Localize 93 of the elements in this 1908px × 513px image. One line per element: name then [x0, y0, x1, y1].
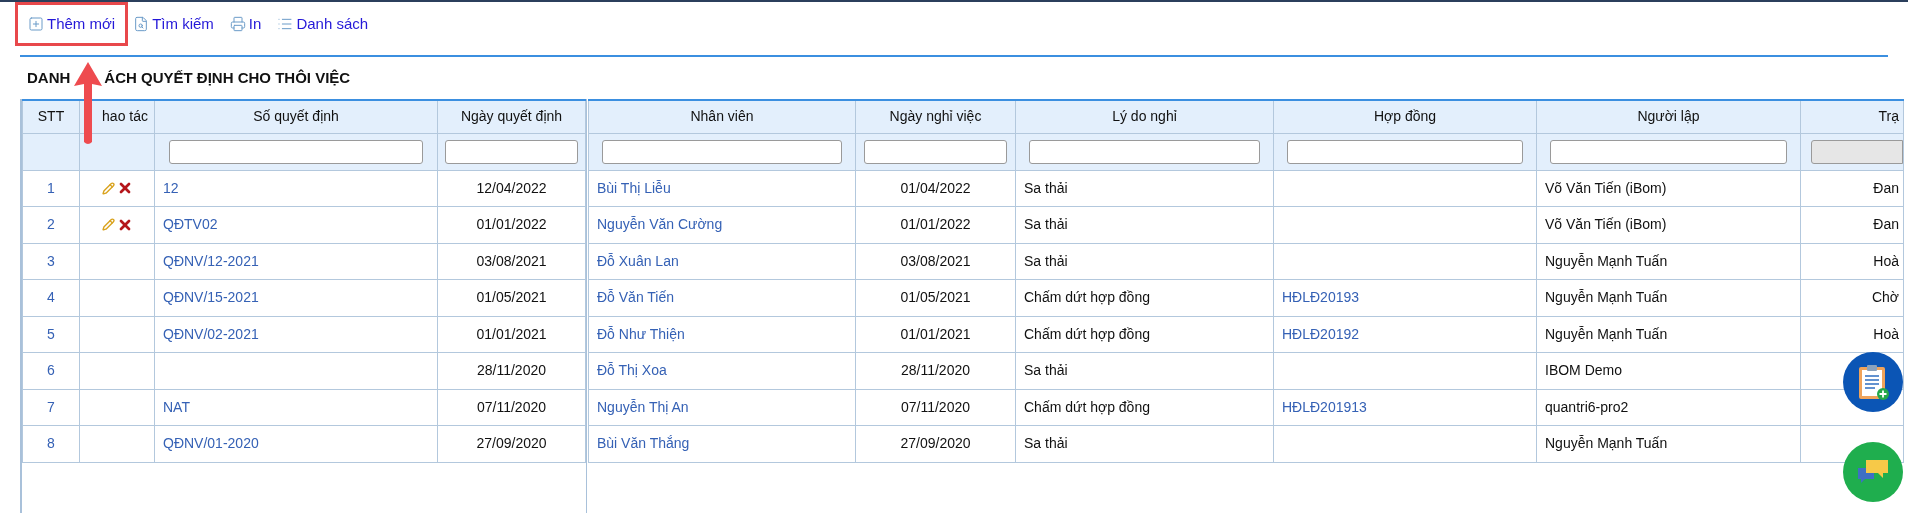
- filter-field[interactable]: [863, 139, 1008, 164]
- column-header: Người lập: [1637, 108, 1700, 125]
- employee-link[interactable]: Bùi Văn Thắng: [597, 435, 690, 452]
- chat-button[interactable]: [1843, 442, 1903, 502]
- leave-date-cell: 01/04/2022: [900, 179, 971, 196]
- status-cell: Chờ: [1871, 289, 1899, 306]
- column-header: Ngày quyết định: [460, 108, 563, 125]
- toolbar-link[interactable]: Tìm kiếm: [133, 12, 214, 36]
- creator-cell: Nguyễn Mạnh Tuấn: [1545, 325, 1668, 342]
- search-icon: [133, 16, 150, 32]
- leave-date-cell: 01/01/2022: [900, 216, 971, 233]
- toolbar-link[interactable]: Thêm mới: [26, 12, 118, 36]
- creator-cell: Võ Văn Tiến (iBom): [1545, 216, 1667, 233]
- toolbar-link[interactable]: In: [229, 12, 262, 36]
- leave-date-cell: 03/08/2021: [900, 252, 971, 269]
- decision-number-link[interactable]: QĐTV02: [163, 216, 218, 233]
- decision-number-link[interactable]: QĐNV/12-2021: [163, 252, 259, 269]
- contract-link[interactable]: HĐLĐ201913: [1282, 398, 1367, 415]
- employee-link[interactable]: Bùi Thị Liễu: [597, 179, 671, 196]
- creator-cell: Nguyễn Mạnh Tuấn: [1545, 252, 1668, 269]
- list-icon: [277, 16, 294, 32]
- decision-number-link[interactable]: NAT: [163, 398, 190, 415]
- contract-link[interactable]: HĐLĐ20192: [1282, 325, 1360, 342]
- row-number[interactable]: 3: [47, 252, 55, 269]
- creator-cell: Nguyễn Mạnh Tuấn: [1545, 435, 1668, 452]
- creator-cell: IBOM Demo: [1545, 362, 1622, 379]
- column-header: Hợp đồng: [1373, 108, 1437, 125]
- column-header: Nhân viên: [690, 108, 754, 125]
- row-number[interactable]: 1: [47, 179, 55, 196]
- leave-date-cell: 01/01/2021: [900, 325, 971, 342]
- row-number[interactable]: 7: [47, 398, 55, 415]
- toolbar-link[interactable]: Danh sách: [277, 12, 369, 36]
- decision-date-cell: 01/01/2021: [476, 325, 547, 342]
- status-cell: Hoà: [1873, 252, 1899, 269]
- decision-date-cell: 01/05/2021: [476, 289, 547, 306]
- column-header: hao tác: [102, 108, 148, 125]
- contract-link[interactable]: HĐLĐ20193: [1282, 289, 1360, 306]
- row-number[interactable]: 6: [47, 362, 55, 379]
- chat-bubbles-icon: [1856, 458, 1890, 486]
- decision-number-link[interactable]: QĐNV/02-2021: [163, 325, 259, 342]
- new-document-button[interactable]: [1843, 352, 1903, 412]
- printer-icon: [229, 16, 246, 32]
- reason-cell: Chấm dứt hợp đồng: [1024, 289, 1150, 306]
- leave-date-cell: 28/11/2020: [901, 362, 970, 379]
- page-title: DANH: [27, 67, 71, 88]
- decision-date-cell: 12/04/2022: [476, 179, 547, 196]
- status-cell: Hoà: [1873, 325, 1899, 342]
- reason-cell: Sa thải: [1024, 435, 1068, 452]
- employee-link[interactable]: Đỗ Như Thiện: [597, 325, 685, 342]
- leave-date-cell: 01/05/2021: [900, 289, 971, 306]
- creator-cell: quantri6-pro2: [1545, 398, 1629, 415]
- column-header: Số quyết định: [253, 108, 339, 125]
- column-header: Lý do nghỉ: [1112, 108, 1177, 125]
- clipboard-icon: [1856, 363, 1890, 401]
- decision-date-cell: 27/09/2020: [476, 435, 547, 452]
- column-header: STT: [37, 108, 65, 125]
- decision-number-link[interactable]: 12: [163, 179, 179, 196]
- row-number[interactable]: 8: [47, 435, 55, 452]
- employee-link[interactable]: Đỗ Xuân Lan: [597, 252, 679, 269]
- reason-cell: Sa thải: [1024, 252, 1068, 269]
- employee-link[interactable]: Đỗ Văn Tiến: [597, 289, 675, 306]
- reason-cell: Chấm dứt hợp đồng: [1024, 398, 1150, 415]
- column-header: Ngày nghỉ việc: [889, 108, 982, 125]
- filter-field[interactable]: [602, 139, 842, 164]
- decision-number-link[interactable]: QĐNV/15-2021: [163, 289, 259, 306]
- filter-field[interactable]: [1550, 139, 1787, 164]
- reason-cell: Sa thải: [1024, 362, 1068, 379]
- decision-date-cell: 01/01/2022: [476, 216, 547, 233]
- decision-date-cell: 28/11/2020: [477, 362, 546, 379]
- column-header: Trạ: [1878, 108, 1899, 125]
- decision-date-cell: 07/11/2020: [477, 398, 546, 415]
- filter-field[interactable]: [169, 139, 423, 164]
- creator-cell: Nguyễn Mạnh Tuấn: [1545, 289, 1668, 306]
- employee-link[interactable]: Nguyễn Thị An: [597, 398, 689, 415]
- leave-date-cell: 27/09/2020: [900, 435, 971, 452]
- decision-number-link[interactable]: QĐNV/01-2020: [163, 435, 259, 452]
- row-number[interactable]: 5: [47, 325, 55, 342]
- leave-date-cell: 07/11/2020: [901, 398, 970, 415]
- status-cell: Đan: [1873, 179, 1899, 196]
- decision-date-cell: 03/08/2021: [476, 252, 547, 269]
- creator-cell: Võ Văn Tiến (iBom): [1545, 179, 1667, 196]
- plus-square-icon: [28, 16, 44, 32]
- page-title: ÁCH QUYẾT ĐỊNH CHO THÔI VIỆC: [104, 67, 351, 88]
- filter-field[interactable]: [1287, 139, 1523, 164]
- row-number[interactable]: 4: [47, 289, 55, 306]
- reason-cell: Sa thải: [1024, 179, 1068, 196]
- row-number[interactable]: 2: [47, 216, 55, 233]
- filter-field[interactable]: [1028, 139, 1261, 164]
- filter-field[interactable]: [445, 139, 578, 164]
- status-cell: Đan: [1873, 216, 1899, 233]
- reason-cell: Chấm dứt hợp đồng: [1024, 325, 1150, 342]
- reason-cell: Sa thải: [1024, 216, 1068, 233]
- employee-link[interactable]: Đỗ Thị Xoa: [597, 362, 667, 379]
